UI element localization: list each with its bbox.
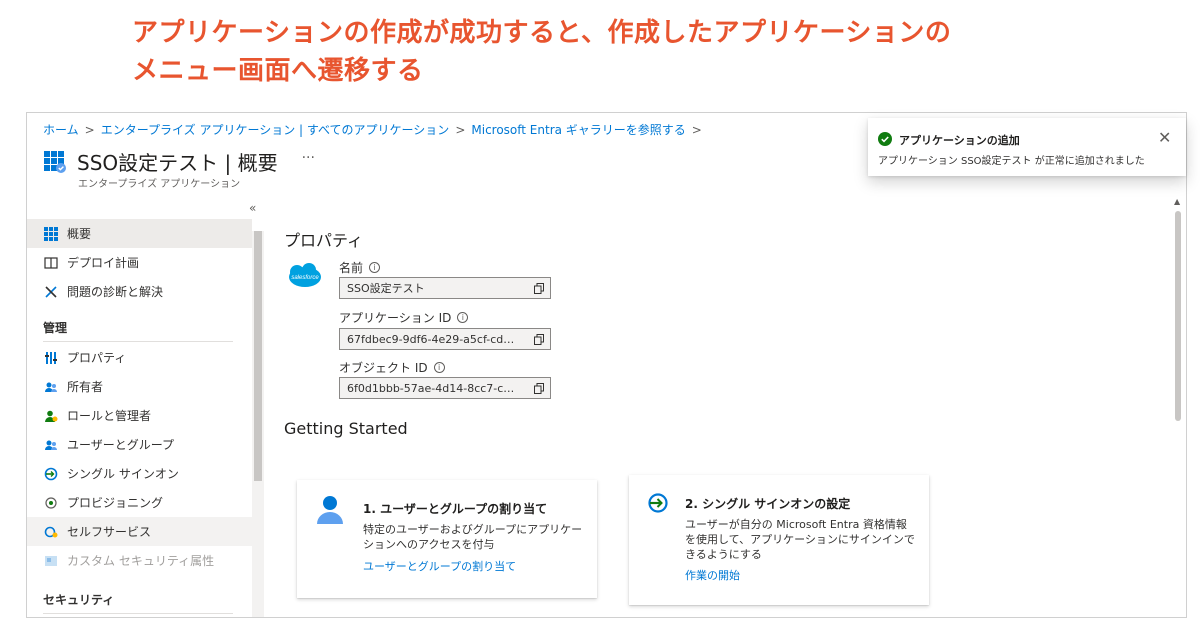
- assign-users-card: 1. ユーザーとグループの割り当て 特定のユーザーおよびグループにアプリケーショ…: [297, 480, 597, 598]
- card-title: 2. シングル サインオンの設定: [685, 497, 851, 511]
- card-title: 1. ユーザーとグループの割り当て: [363, 502, 548, 516]
- caption-line-2: メニュー画面へ遷移する: [132, 56, 424, 86]
- sidebar-item-deploy-plan[interactable]: デプロイ計画: [27, 248, 252, 277]
- sidebar-item-label: カスタム セキュリティ属性: [67, 554, 215, 568]
- scroll-up-icon[interactable]: ▲: [1174, 197, 1180, 206]
- info-icon[interactable]: i: [457, 312, 469, 323]
- sidebar-item-label: プロビジョニング: [67, 496, 164, 510]
- breadcrumb-gallery[interactable]: Microsoft Entra ギャラリーを参照する: [471, 121, 685, 138]
- sidebar-item-sso[interactable]: シングル サインオン: [27, 459, 252, 488]
- sidebar-item-label: デプロイ計画: [67, 256, 140, 270]
- name-value: SSO設定テスト: [347, 282, 425, 295]
- getting-started-heading: Getting Started: [284, 419, 408, 438]
- assign-users-link[interactable]: ユーザーとグループの割り当て: [363, 558, 516, 574]
- enterprise-app-icon: [44, 150, 66, 173]
- toast-message: アプリケーション SSO設定テスト が正常に追加されました: [878, 156, 1145, 167]
- breadcrumb-separator: >: [84, 122, 95, 137]
- divider: [43, 613, 233, 614]
- user-icon: [317, 496, 343, 524]
- main-scrollbar-thumb[interactable]: [1175, 211, 1181, 421]
- objectid-value: 6f0d1bbb-57ae-4d14-8cc7-c…: [347, 381, 515, 395]
- sidebar-item-owners[interactable]: 所有者: [27, 372, 252, 401]
- objectid-label-text: オブジェクト ID: [339, 361, 428, 375]
- copy-icon[interactable]: [528, 329, 550, 349]
- custom-attr-icon: [43, 553, 59, 569]
- sidebar-item-diagnose[interactable]: 問題の診断と解決: [27, 277, 252, 306]
- page-subtitle: エンタープライズ アプリケーション: [78, 179, 241, 190]
- objectid-field[interactable]: 6f0d1bbb-57ae-4d14-8cc7-c…: [339, 377, 551, 399]
- appid-value: 67fdbec9-9df6-4e29-a5cf-cd…: [347, 332, 515, 346]
- book-icon: [43, 255, 59, 271]
- name-label-text: 名前: [339, 261, 364, 275]
- sidebar-item-label: プロパティ: [67, 351, 127, 365]
- appid-label: アプリケーション ID i: [339, 309, 469, 326]
- wrench-icon: [43, 284, 59, 300]
- breadcrumb: ホーム > エンタープライズ アプリケーション | すべてのアプリケーション >…: [43, 121, 702, 138]
- sidebar-item-label: セルフサービス: [67, 525, 152, 539]
- info-icon[interactable]: i: [433, 362, 445, 373]
- sidebar-item-properties[interactable]: プロパティ: [27, 343, 252, 372]
- breadcrumb-separator: >: [691, 122, 702, 137]
- copy-icon[interactable]: [528, 378, 550, 398]
- sidebar-item-label: ロールと管理者: [67, 409, 152, 423]
- divider: [43, 341, 233, 342]
- name-field[interactable]: SSO設定テスト: [339, 277, 551, 299]
- breadcrumb-separator: >: [455, 122, 466, 137]
- success-check-icon: [878, 132, 892, 146]
- sidebar-item-users-groups[interactable]: ユーザーとグループ: [27, 430, 252, 459]
- sso-setup-card: 2. シングル サインオンの設定 ユーザーが自分の Microsoft Entr…: [629, 475, 929, 605]
- notification-toast: アプリケーションの追加 アプリケーション SSO設定テスト が正常に追加されまし…: [868, 118, 1186, 176]
- name-label: 名前 i: [339, 259, 381, 276]
- breadcrumb-enterprise-apps[interactable]: エンタープライズ アプリケーション | すべてのアプリケーション: [101, 121, 450, 138]
- main-scrollbar[interactable]: ▲: [1172, 197, 1184, 617]
- salesforce-logo-icon: salesforce: [289, 263, 321, 287]
- owners-icon: [43, 379, 59, 395]
- card-description: ユーザーが自分の Microsoft Entra 資格情報を使用して、アプリケー…: [685, 518, 915, 561]
- sidebar-item-label: 問題の診断と解決: [67, 285, 164, 299]
- sidebar-item-label: ユーザーとグループ: [67, 438, 175, 452]
- sidebar-item-self-service[interactable]: セルフサービス: [27, 517, 252, 546]
- azure-portal-window: ホーム > エンタープライズ アプリケーション | すべてのアプリケーション >…: [26, 112, 1187, 618]
- sidebar-item-label: シングル サインオン: [67, 467, 179, 481]
- section-security: セキュリティ: [43, 593, 115, 607]
- provisioning-icon: [43, 495, 59, 511]
- salesforce-logo-text: salesforce: [291, 275, 319, 281]
- instruction-caption: アプリケーションの作成が成功すると、作成したアプリケーションの メニュー画面へ遷…: [132, 14, 1132, 90]
- roles-icon: [43, 408, 59, 424]
- appid-field[interactable]: 67fdbec9-9df6-4e29-a5cf-cd…: [339, 328, 551, 350]
- sidebar-item-roles[interactable]: ロールと管理者: [27, 401, 252, 430]
- section-manage: 管理: [43, 321, 68, 335]
- sidebar-item-custom-attributes[interactable]: カスタム セキュリティ属性: [27, 546, 252, 575]
- caption-line-1: アプリケーションの作成が成功すると、作成したアプリケーションの: [132, 18, 952, 48]
- appid-label-text: アプリケーション ID: [339, 311, 452, 325]
- sidebar-scrollbar[interactable]: [252, 231, 264, 617]
- title-row: SSO設定テスト | 概要 ···: [43, 147, 315, 176]
- sidebar: 概要 デプロイ計画 問題の診断と解決 管理 プロパティ 所有者 ロールと管理者 …: [27, 217, 265, 617]
- get-started-link[interactable]: 作業の開始: [685, 567, 740, 583]
- sidebar-item-overview[interactable]: 概要: [27, 219, 252, 248]
- sidebar-item-provisioning[interactable]: プロビジョニング: [27, 488, 252, 517]
- copy-icon[interactable]: [528, 278, 550, 298]
- sso-icon: [43, 466, 59, 482]
- toast-title: アプリケーションの追加: [899, 134, 1020, 147]
- self-service-icon: [43, 524, 59, 540]
- sidebar-item-label: 所有者: [67, 380, 104, 394]
- breadcrumb-home[interactable]: ホーム: [43, 121, 79, 138]
- objectid-label: オブジェクト ID i: [339, 359, 445, 376]
- more-options-button[interactable]: ···: [302, 150, 315, 166]
- info-icon[interactable]: i: [369, 262, 381, 273]
- properties-icon: [43, 350, 59, 366]
- close-icon[interactable]: ✕: [1158, 128, 1171, 147]
- page-title: SSO設定テスト | 概要: [77, 151, 278, 175]
- users-groups-icon: [43, 437, 59, 453]
- properties-heading: プロパティ: [284, 231, 364, 250]
- sso-icon: [648, 493, 668, 513]
- card-description: 特定のユーザーおよびグループにアプリケーションへのアクセスを付与: [363, 523, 583, 551]
- collapse-sidebar-button[interactable]: «: [249, 201, 256, 215]
- grid-icon: [43, 226, 59, 242]
- sidebar-scrollbar-thumb[interactable]: [254, 231, 262, 481]
- sidebar-item-label: 概要: [67, 227, 92, 241]
